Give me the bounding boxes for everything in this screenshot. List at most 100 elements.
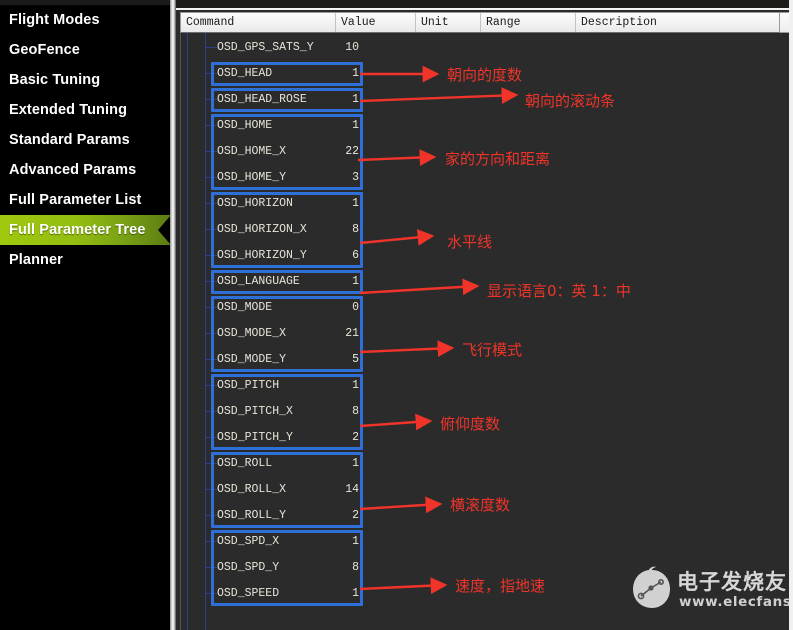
column-header-range[interactable]: Range [481, 13, 576, 32]
cell-command: OSD_GPS_SATS_Y [217, 41, 314, 54]
tree-elbow-connector [205, 515, 217, 516]
cell-command: OSD_HORIZON [217, 197, 293, 210]
tree-elbow-connector [205, 47, 217, 48]
elecfans-logo-icon [633, 566, 670, 608]
cell-value[interactable]: 10 [321, 35, 359, 61]
cell-value[interactable]: 2 [321, 503, 359, 529]
table-row[interactable]: OSD_PITCH_X 8 [181, 399, 780, 425]
table-row[interactable]: OSD_HEAD 1 [181, 61, 780, 87]
cell-value[interactable]: 1 [321, 61, 359, 87]
cell-value[interactable]: 5 [321, 347, 359, 373]
cell-command: OSD_MODE_X [217, 327, 287, 340]
cell-value[interactable]: 1 [321, 451, 359, 477]
column-header-description[interactable]: Description [576, 13, 781, 32]
cell-value[interactable]: 0 [321, 295, 359, 321]
sidebar-navigation: Flight Modes GeoFence Basic Tuning Extended… [0, 0, 171, 630]
cell-command: OSD_HEAD [217, 67, 273, 80]
column-header-command[interactable]: Command [181, 13, 336, 32]
sidebar-item-standard-params[interactable]: Standard Params [0, 125, 170, 155]
sidebar-item-flight-modes[interactable]: Flight Modes [0, 5, 170, 35]
application-window: Flight Modes GeoFence Basic Tuning Extended… [0, 0, 793, 630]
cell-value[interactable]: 3 [321, 165, 359, 191]
tree-elbow-connector [205, 567, 217, 568]
table-row[interactable]: OSD_MODE_Y 5 [181, 347, 780, 373]
cell-value[interactable]: 8 [321, 217, 359, 243]
sidebar-item-label: Full Parameter Tree [9, 222, 146, 238]
cell-value[interactable]: 8 [321, 399, 359, 425]
cell-command: OSD_HOME_Y [217, 171, 287, 184]
cell-value[interactable]: 6 [321, 243, 359, 269]
table-row[interactable]: OSD_HOME_X 22 [181, 139, 780, 165]
cell-command: OSD_HORIZON_Y [217, 249, 307, 262]
tree-elbow-connector [205, 307, 217, 308]
tree-elbow-connector [205, 359, 217, 360]
cell-value[interactable]: 1 [321, 269, 359, 295]
cell-command: OSD_SPEED [217, 587, 280, 600]
cell-command: OSD_ROLL [217, 457, 273, 470]
table-row[interactable]: OSD_GPS_SATS_Y 10 [181, 35, 780, 61]
cell-value[interactable]: 1 [321, 373, 359, 399]
tree-elbow-connector [205, 385, 217, 386]
cell-value[interactable]: 21 [321, 321, 359, 347]
watermark-name: 电子发烧友 [677, 570, 787, 594]
table-row[interactable]: OSD_SPD_X 1 [181, 529, 780, 555]
tree-elbow-connector [205, 593, 217, 594]
cell-value[interactable]: 1 [321, 113, 359, 139]
right-edge-strip [789, 0, 793, 630]
tree-elbow-connector [205, 99, 217, 100]
cell-value[interactable]: 14 [321, 477, 359, 503]
cell-command: OSD_HEAD_ROSE [217, 93, 307, 106]
cell-value[interactable]: 1 [321, 581, 359, 607]
chevron-left-icon [155, 215, 171, 245]
cell-command: OSD_ROLL_X [217, 483, 287, 496]
table-row[interactable]: OSD_HOME_Y 3 [181, 165, 780, 191]
cell-command: OSD_MODE [217, 301, 273, 314]
table-row[interactable]: OSD_ROLL_Y 2 [181, 503, 780, 529]
cell-command: OSD_PITCH_X [217, 405, 293, 418]
sidebar-item-label: Basic Tuning [9, 72, 101, 88]
cell-value[interactable]: 8 [321, 555, 359, 581]
cell-command: OSD_HORIZON_X [217, 223, 307, 236]
parameter-tree-panel: Command Value Unit Range Description OSD_GPS… [176, 0, 793, 630]
tree-elbow-connector [205, 411, 217, 412]
cell-value[interactable]: 1 [321, 191, 359, 217]
cell-command: OSD_SPD_Y [217, 561, 280, 574]
sidebar-item-full-parameter-list[interactable]: Full Parameter List [0, 185, 170, 215]
watermark: 电子发烧友 www.elecfans.com [630, 560, 793, 624]
sidebar-item-extended-tuning[interactable]: Extended Tuning [0, 95, 170, 125]
table-row[interactable]: OSD_LANGUAGE 1 [181, 269, 780, 295]
table-row[interactable]: OSD_HORIZON 1 [181, 191, 780, 217]
table-row[interactable]: OSD_MODE 0 [181, 295, 780, 321]
table-row[interactable]: OSD_HORIZON_X 8 [181, 217, 780, 243]
tree-elbow-connector [205, 489, 217, 490]
cell-value[interactable]: 22 [321, 139, 359, 165]
sidebar-item-label: Advanced Params [9, 162, 137, 178]
sidebar-item-basic-tuning[interactable]: Basic Tuning [0, 65, 170, 95]
sidebar-item-geofence[interactable]: GeoFence [0, 35, 170, 65]
sidebar-item-label: Flight Modes [9, 12, 100, 28]
table-row[interactable]: OSD_HORIZON_Y 6 [181, 243, 780, 269]
tree-elbow-connector [205, 255, 217, 256]
parameter-grid[interactable]: OSD_GPS_SATS_Y 10 OSD_HEAD 1 OSD_HEAD_ROSE 1 O… [180, 33, 780, 630]
table-row[interactable]: OSD_ROLL_X 14 [181, 477, 780, 503]
table-row[interactable]: OSD_HOME 1 [181, 113, 780, 139]
sidebar-item-label: Planner [9, 252, 63, 268]
sidebar-item-full-parameter-tree[interactable]: Full Parameter Tree [0, 215, 171, 245]
table-row[interactable]: OSD_PITCH_Y 2 [181, 425, 780, 451]
table-row[interactable]: OSD_ROLL 1 [181, 451, 780, 477]
table-row[interactable]: OSD_HEAD_ROSE 1 [181, 87, 780, 113]
cell-value[interactable]: 2 [321, 425, 359, 451]
column-header-unit[interactable]: Unit [416, 13, 481, 32]
tree-elbow-connector [205, 203, 217, 204]
sidebar-item-label: Full Parameter List [9, 192, 142, 208]
sidebar-item-label: Standard Params [9, 132, 130, 148]
cell-value[interactable]: 1 [321, 87, 359, 113]
table-row[interactable]: OSD_PITCH 1 [181, 373, 780, 399]
sidebar-item-advanced-params[interactable]: Advanced Params [0, 155, 170, 185]
cell-value[interactable]: 1 [321, 529, 359, 555]
tree-elbow-connector [205, 229, 217, 230]
table-row[interactable]: OSD_MODE_X 21 [181, 321, 780, 347]
cell-command: OSD_LANGUAGE [217, 275, 300, 288]
sidebar-item-planner[interactable]: Planner [0, 245, 170, 275]
column-header-value[interactable]: Value [336, 13, 416, 32]
